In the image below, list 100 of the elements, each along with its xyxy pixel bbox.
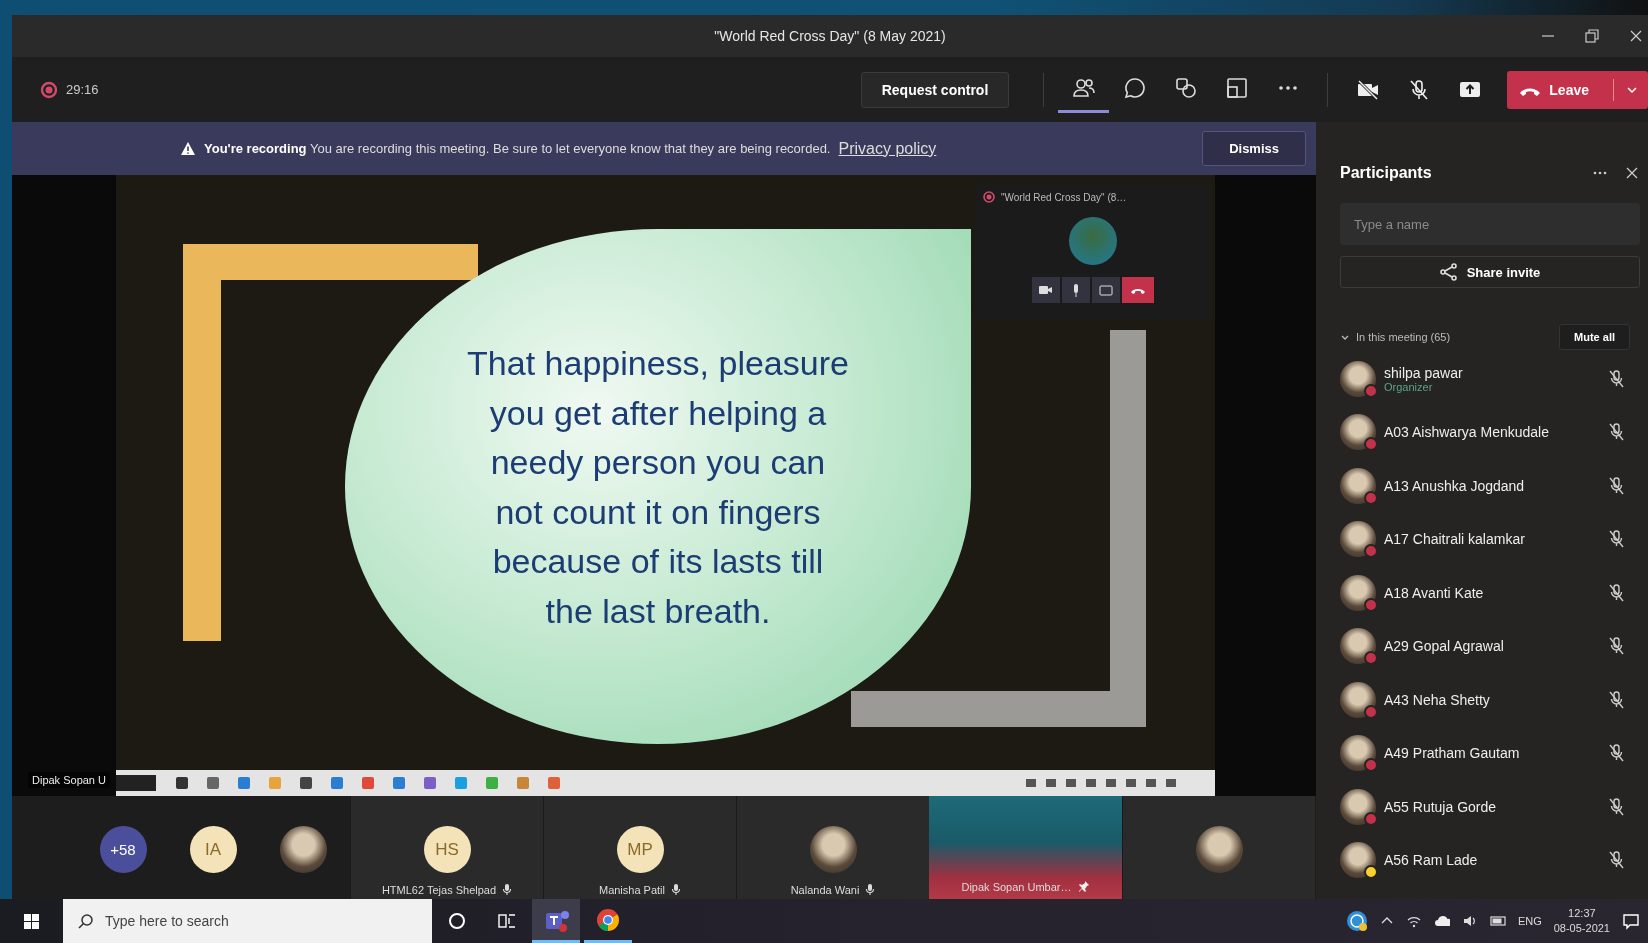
clock-date[interactable]: 08-05-2021 [1553,921,1610,936]
windows-icon [23,912,40,930]
avatar-circle [1340,842,1376,879]
more-options-icon [1278,86,1297,90]
participant-row[interactable]: A43 Neha Shetty [1340,673,1640,727]
more-participants-badge[interactable]: +58 [99,826,147,873]
microphone-icon [502,883,513,896]
avatar-circle [1340,360,1376,397]
slide-text: That happiness, pleasure you get after helping a needy person you can not count it on fingers because of its lasts till the last breath. [466,343,850,632]
task-view-icon [498,912,516,930]
taskbar-search-field[interactable]: Type here to search [63,899,432,943]
people-icon [1071,76,1096,100]
section-toggle[interactable]: In this meeting (65) [1340,331,1451,343]
mic-off-icon [1607,743,1626,764]
participant-name: HTML62 Tejas Shelpad [381,883,497,896]
avatar-circle [1340,521,1376,558]
chrome-icon [595,906,621,933]
participant-name: Manisha Patil [598,883,665,896]
participant-name: shilpa pawar [1384,364,1464,381]
recording-message: You're recording You are recording this meeting. Be sure to let everyone know that they are being recorded. [204,141,831,156]
avatar-circle [279,826,327,873]
battery-icon[interactable] [1489,913,1506,929]
microphone-icon [671,883,681,896]
camera-button[interactable] [1031,277,1060,303]
mic-off-icon [1607,796,1626,817]
camera-off-icon [1355,77,1380,102]
hang-up-button[interactable] [1121,277,1154,303]
participant-name: A43 Neha Shetty [1384,691,1491,708]
teams-app-button[interactable] [532,899,580,943]
participant-row[interactable]: A49 Pratham Gautam [1340,726,1640,780]
window-title: "World Red Cross Day" (8 May 2021) [714,28,946,44]
participant-row[interactable]: A03 Aishwarya Menkudale [1340,405,1640,459]
avatar-circle [1340,628,1376,665]
mic-off-icon [1607,475,1626,496]
share-button[interactable] [1091,277,1120,303]
avatar-circle [1340,574,1376,611]
participant-name: A55 Rutuja Gorde [1384,798,1498,815]
participant-name: Dipak Sopan Umbar… [961,880,1072,893]
cloud-icon[interactable] [1433,914,1450,928]
warning-icon [180,141,196,156]
avatar-circle [1340,467,1376,504]
participant-row[interactable]: A56 Ram Lade [1340,833,1640,887]
panel-title: Participants [1340,164,1433,182]
globe-icon[interactable] [1345,910,1368,932]
participant-row[interactable]: shilpa pawar Organizer [1340,352,1640,406]
avatar-circle [1340,788,1376,825]
microphone-icon [865,883,876,896]
restore-icon[interactable] [1584,28,1600,44]
participant-row[interactable]: A13 Anushka Jogdand [1340,459,1640,513]
search-field[interactable]: Type a name [1340,203,1640,245]
mic-off-icon [1607,368,1626,389]
speaker-icon[interactable] [1461,913,1478,929]
mic-off-icon [1607,422,1626,443]
mic-off-icon [1607,850,1626,871]
participant-row[interactable]: A17 Chaitrali kalamkar [1340,512,1640,566]
dismiss-button[interactable]: Dismiss [1202,131,1306,166]
participant-role: Organizer [1384,380,1433,393]
presenter-name: Dipak Sopan U [28,772,110,788]
participant-name: A13 Anushka Jogdand [1384,477,1526,494]
participant-name: A29 Gopal Agrawal [1384,638,1505,655]
participant-name: A17 Chaitrali kalamkar [1384,531,1526,548]
close-icon[interactable] [1624,165,1640,181]
avatar-circle [1340,735,1376,772]
participant-name: Nalanda Wani [790,883,860,896]
initials-avatar: HS [423,826,471,873]
wifi-icon[interactable] [1405,914,1422,928]
mic-off-icon [1607,689,1626,710]
initials-avatar: MP [616,826,664,873]
mute-all-button[interactable]: Mute all [1559,324,1630,350]
mini-window-title: "World Red Cross Day" (8… [1001,191,1127,203]
participant-row[interactable]: A29 Gopal Agrawal [1340,619,1640,673]
avatar-circle [809,826,857,873]
participant-row[interactable]: A18 Avanti Kate [1340,566,1640,620]
clock-time[interactable]: 12:37 [1568,906,1596,921]
mic-off-icon [1607,529,1626,550]
participant-name: A56 Ram Lade [1384,852,1479,869]
participant-name: A49 Pratham Gautam [1384,745,1521,762]
participant-row[interactable]: A55 Rutuja Gorde [1340,780,1640,834]
camera-icon [1037,283,1054,297]
screen-icon [1098,283,1113,297]
participant-name: A18 Avanti Kate [1384,584,1485,601]
initials-avatar: IA [189,826,237,873]
avatar-circle [1195,826,1243,873]
mic-button[interactable] [1061,277,1090,303]
mic-off-icon [1607,582,1626,603]
call-timer: 29:16 [66,82,99,97]
language-indicator[interactable]: ENG [1517,915,1542,927]
rooms-icon [1224,76,1249,100]
close-icon[interactable] [1628,28,1644,44]
share-invite-button[interactable]: Share invite [1340,256,1640,288]
chat-icon [1122,76,1147,100]
avatar-circle [1068,217,1117,265]
participant-name: A03 Aishwarya Menkudale [1384,424,1550,441]
notification-icon[interactable] [1622,912,1640,930]
request-control-button[interactable]: Request control [860,71,1010,108]
circle-icon [448,912,466,930]
microphone-icon [1073,283,1078,297]
privacy-policy-link[interactable]: Privacy policy [838,139,937,158]
leave-button[interactable]: Leave [1507,70,1648,109]
recording-icon [40,80,58,99]
